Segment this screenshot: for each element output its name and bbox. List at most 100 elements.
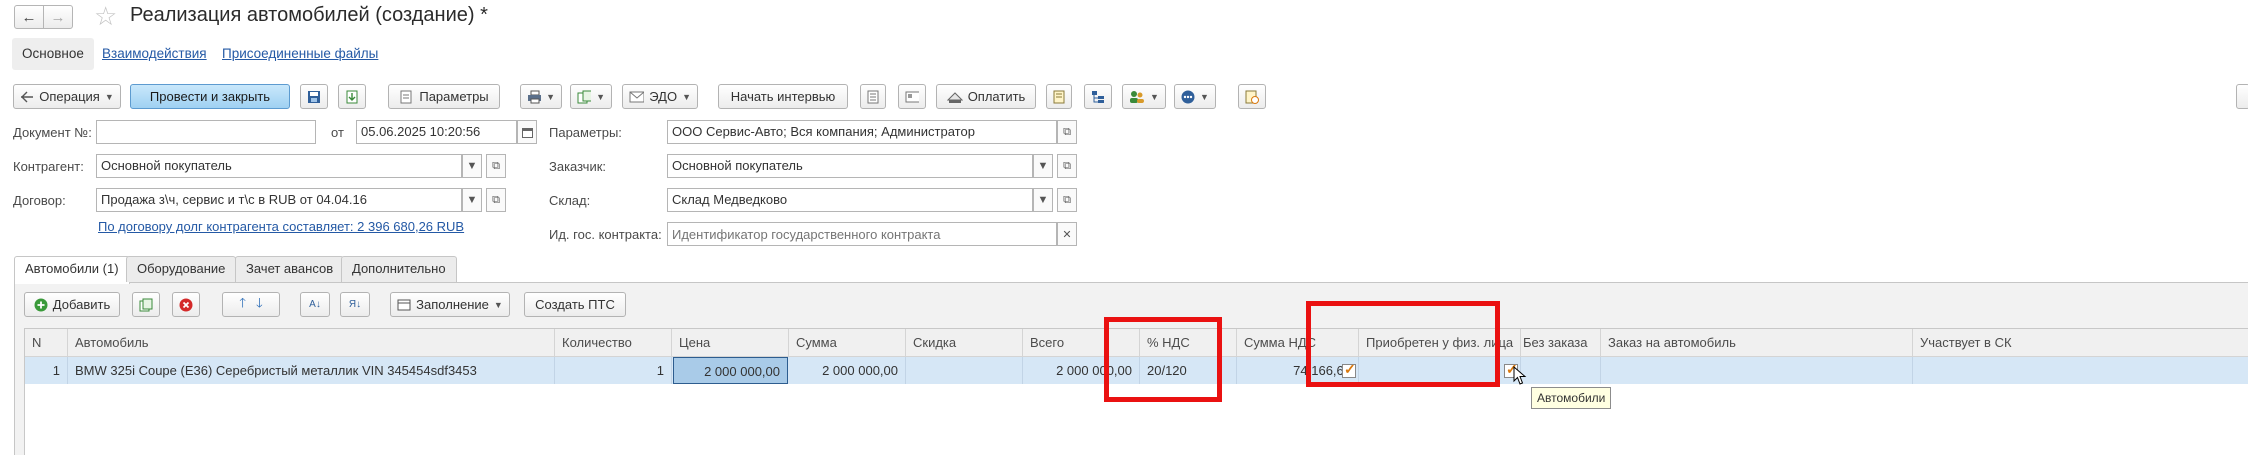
- card-button[interactable]: [898, 84, 926, 109]
- cell-sk[interactable]: [1913, 357, 2248, 384]
- operation-dropdown[interactable]: Операция ▼: [13, 84, 121, 109]
- edo-label: ЭДО: [649, 89, 678, 104]
- customer-field[interactable]: Основной покупатель: [667, 154, 1033, 178]
- sort-desc-button[interactable]: Я↓: [340, 292, 370, 317]
- move-up-icon[interactable]: 🡑: [239, 294, 246, 316]
- col-header-discount[interactable]: Скидка: [906, 329, 1023, 357]
- cell-order[interactable]: [1601, 357, 1913, 384]
- parameters-open-button[interactable]: ⧉: [1057, 120, 1077, 144]
- move-row-group: 🡑 🡓: [222, 292, 280, 317]
- date-input[interactable]: 05.06.2025 10:20:56: [356, 120, 517, 144]
- add-icon: [34, 298, 48, 311]
- contract-field[interactable]: Продажа з\ч, сервис и т\с в RUB от 04.04…: [96, 188, 462, 212]
- structure-button[interactable]: [1084, 84, 1112, 109]
- parameters-icon: [400, 90, 412, 103]
- save-button[interactable]: [300, 84, 328, 109]
- open-icon: ⧉: [1063, 159, 1071, 172]
- card-icon: [905, 91, 919, 102]
- pay-label: Оплатить: [967, 89, 1026, 104]
- gov-contract-label: Ид. гос. контракта:: [549, 227, 662, 242]
- parameters-field[interactable]: ООО Сервис-Авто; Вся компания; Администр…: [667, 120, 1057, 144]
- doc-number-input[interactable]: [96, 120, 316, 144]
- customer-open-button[interactable]: ⧉: [1057, 154, 1077, 178]
- col-header-sum[interactable]: Сумма: [789, 329, 906, 357]
- create-based-on-dropdown[interactable]: ▼: [570, 84, 612, 109]
- post-and-close-button[interactable]: Провести и закрыть: [130, 84, 290, 109]
- contract-label: Договор:: [13, 193, 66, 208]
- forward-button[interactable]: →: [43, 5, 73, 29]
- gov-contract-input[interactable]: [667, 222, 1057, 246]
- cell-discount[interactable]: [906, 357, 1023, 384]
- contract-debt-link[interactable]: По договору долг контрагента составляет:…: [98, 219, 464, 234]
- col-header-no-order[interactable]: Без заказа: [1521, 329, 1601, 357]
- open-icon: ⧉: [492, 193, 500, 206]
- counterparty-field[interactable]: Основной покупатель: [96, 154, 462, 178]
- tab-additional[interactable]: Дополнительно: [341, 256, 457, 282]
- open-icon: ⧉: [1063, 125, 1071, 138]
- favorite-star-icon[interactable]: ☆: [94, 1, 117, 31]
- list-button[interactable]: [860, 84, 886, 109]
- cell-price[interactable]: 2 000 000,00: [673, 357, 788, 384]
- move-down-icon[interactable]: 🡓: [256, 294, 263, 316]
- parameters-field-label: Параметры:: [549, 125, 622, 140]
- printer-icon: [528, 90, 542, 103]
- chevron-down-icon: ▼: [466, 160, 478, 172]
- col-header-qty[interactable]: Количество: [555, 329, 672, 357]
- counterparty-dropdown-button[interactable]: ▼: [462, 154, 482, 178]
- tab-equipment[interactable]: Оборудование: [126, 256, 237, 282]
- parameters-button[interactable]: Параметры: [388, 84, 500, 109]
- sort-asc-button[interactable]: A↓: [300, 292, 330, 317]
- cell-car[interactable]: BMW 325i Coupe (E36) Серебристый металли…: [68, 357, 555, 384]
- section-attached-files[interactable]: Присоединенные файлы: [212, 38, 388, 70]
- window-title: Реализация автомобилей (создание) *: [130, 4, 488, 26]
- more-actions-dropdown[interactable]: ▼: [1174, 84, 1216, 109]
- gov-contract-clear-button[interactable]: ✕: [1057, 222, 1077, 246]
- chevron-down-icon: ▼: [466, 194, 478, 206]
- copy-row-button[interactable]: [132, 292, 160, 317]
- warehouse-field[interactable]: Склад Медведково: [667, 188, 1033, 212]
- print-dropdown[interactable]: ▼: [520, 84, 562, 109]
- tab-cars[interactable]: Автомобили (1): [14, 256, 130, 284]
- cell-no-order[interactable]: [1521, 357, 1601, 384]
- warehouse-dropdown-button[interactable]: ▼: [1033, 188, 1053, 212]
- col-header-order[interactable]: Заказ на автомобиль: [1601, 329, 1913, 357]
- mouse-cursor-icon: [1513, 366, 1527, 385]
- contract-open-button[interactable]: ⧉: [486, 188, 506, 212]
- section-interactions[interactable]: Взаимодействия: [92, 38, 217, 70]
- pay-icon: [946, 91, 963, 103]
- back-button[interactable]: ←: [14, 5, 44, 29]
- section-main[interactable]: Основное: [12, 38, 94, 70]
- pay-button[interactable]: Оплатить: [936, 84, 1036, 109]
- delete-icon: [179, 298, 193, 311]
- users-dropdown[interactable]: ▼: [1122, 84, 1166, 109]
- col-header-price[interactable]: Цена: [672, 329, 789, 357]
- history-button[interactable]: [1238, 84, 1266, 109]
- post-button[interactable]: [338, 84, 366, 109]
- col-header-n[interactable]: N: [25, 329, 68, 357]
- cell-n[interactable]: 1: [25, 357, 68, 384]
- start-interview-button[interactable]: Начать интервью: [718, 84, 848, 109]
- customer-dropdown-button[interactable]: ▼: [1033, 154, 1053, 178]
- tab-advance-offset[interactable]: Зачет авансов: [235, 256, 345, 282]
- edo-dropdown[interactable]: ЭДО ▼: [622, 84, 698, 109]
- warehouse-open-button[interactable]: ⧉: [1057, 188, 1077, 212]
- add-row-button[interactable]: Добавить: [24, 292, 120, 317]
- col-header-sk[interactable]: Участвует в СК: [1913, 329, 2248, 357]
- cell-qty[interactable]: 1: [555, 357, 672, 384]
- parameters-label: Параметры: [419, 89, 489, 104]
- contract-dropdown-button[interactable]: ▼: [462, 188, 482, 212]
- operation-icon: [21, 91, 34, 102]
- sort-asc-icon: A↓: [309, 299, 321, 310]
- cell-sum[interactable]: 2 000 000,00: [789, 357, 906, 384]
- receipt-button[interactable]: [1046, 84, 1072, 109]
- counterparty-open-button[interactable]: ⧉: [486, 154, 506, 178]
- delete-row-button[interactable]: [172, 292, 200, 317]
- fill-dropdown[interactable]: Заполнение ▼: [390, 292, 510, 317]
- toolbar-overflow-button[interactable]: [2236, 84, 2248, 109]
- calendar-button[interactable]: [517, 120, 537, 144]
- save-icon: [308, 90, 320, 103]
- col-header-car[interactable]: Автомобиль: [68, 329, 555, 357]
- create-pts-button[interactable]: Создать ПТС: [524, 292, 626, 317]
- edo-icon: [629, 91, 645, 102]
- counterparty-label: Контрагент:: [13, 159, 84, 174]
